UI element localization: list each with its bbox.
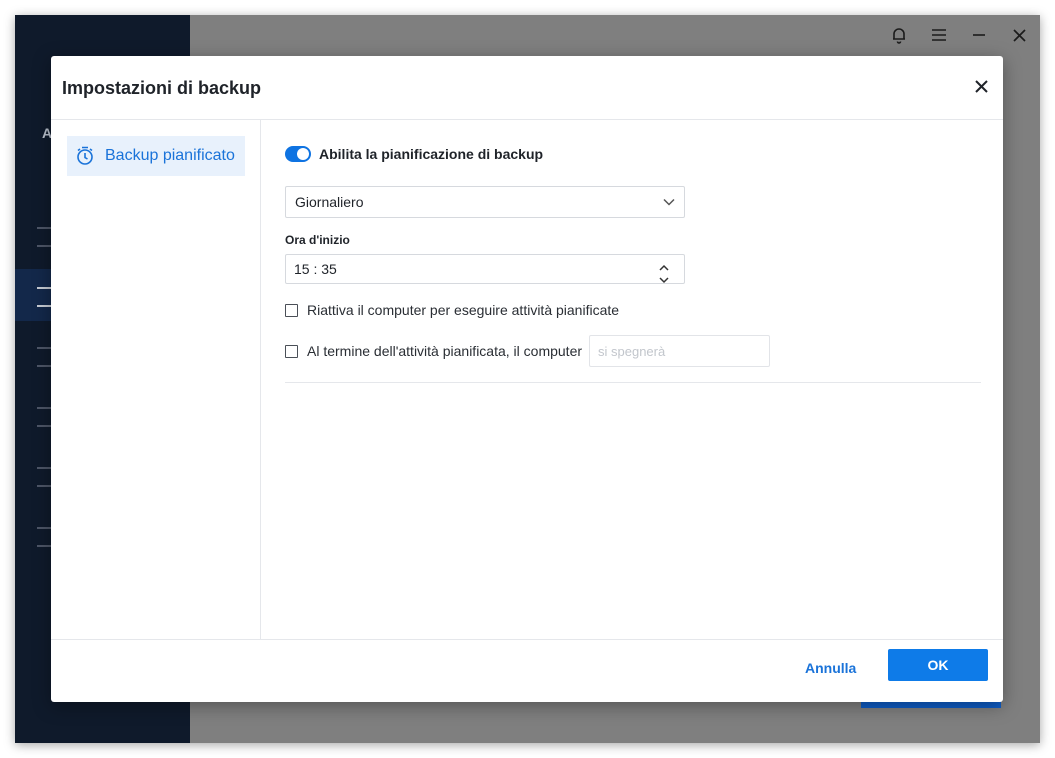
start-time-value: 15 : 35 [294, 261, 337, 277]
after-task-action-input[interactable]: si spegnerà [589, 335, 770, 367]
after-task-action-placeholder: si spegnerà [598, 343, 666, 359]
frequency-select[interactable]: Giornaliero [285, 186, 685, 218]
window-close-icon[interactable] [1010, 23, 1028, 47]
enable-schedule-row: Abilita la pianificazione di backup [285, 146, 543, 162]
bell-icon[interactable] [890, 23, 908, 47]
chevron-down-icon [663, 198, 675, 206]
dialog-header: Impostazioni di backup [51, 56, 1003, 120]
timer-icon [77, 146, 93, 165]
wake-computer-label: Riattiva il computer per eseguire attivi… [307, 302, 620, 318]
frequency-value: Giornaliero [295, 194, 364, 210]
nav-item-label: Backup pianificato [105, 147, 235, 164]
minimize-icon[interactable] [970, 23, 988, 47]
close-icon[interactable] [971, 76, 991, 96]
dialog-nav: Backup pianificato [51, 120, 261, 639]
ok-button[interactable]: OK [888, 649, 988, 681]
enable-schedule-toggle[interactable] [285, 146, 311, 162]
backup-settings-dialog: Impostazioni di backup Backup pianificat… [51, 56, 1003, 702]
wake-computer-checkbox[interactable] [285, 303, 298, 317]
enable-schedule-label: Abilita la pianificazione di backup [319, 146, 544, 162]
chevron-up-icon[interactable] [658, 259, 670, 271]
start-time-label: Ora d'inizio [285, 233, 350, 247]
hamburger-menu-icon[interactable] [930, 23, 948, 47]
dialog-footer: Annulla OK [51, 639, 1003, 703]
after-task-label: Al termine dell'attività pianificata, il… [307, 343, 583, 359]
cancel-button[interactable]: Annulla [805, 660, 856, 676]
nav-item-backup-pianificato[interactable]: Backup pianificato [67, 136, 245, 176]
wake-computer-row: Riattiva il computer per eseguire attivi… [285, 302, 619, 318]
after-task-row: Al termine dell'attività pianificata, il… [285, 343, 582, 359]
dialog-title: Impostazioni di backup [62, 78, 262, 98]
after-task-checkbox[interactable] [285, 344, 298, 358]
start-time-input[interactable]: 15 : 35 [285, 254, 685, 284]
app-titlebar [890, 23, 1040, 47]
dialog-body: Abilita la pianificazione di backup Gior… [285, 120, 985, 639]
time-spinner [658, 259, 670, 284]
chevron-down-icon[interactable] [658, 271, 670, 284]
divider [285, 382, 981, 383]
